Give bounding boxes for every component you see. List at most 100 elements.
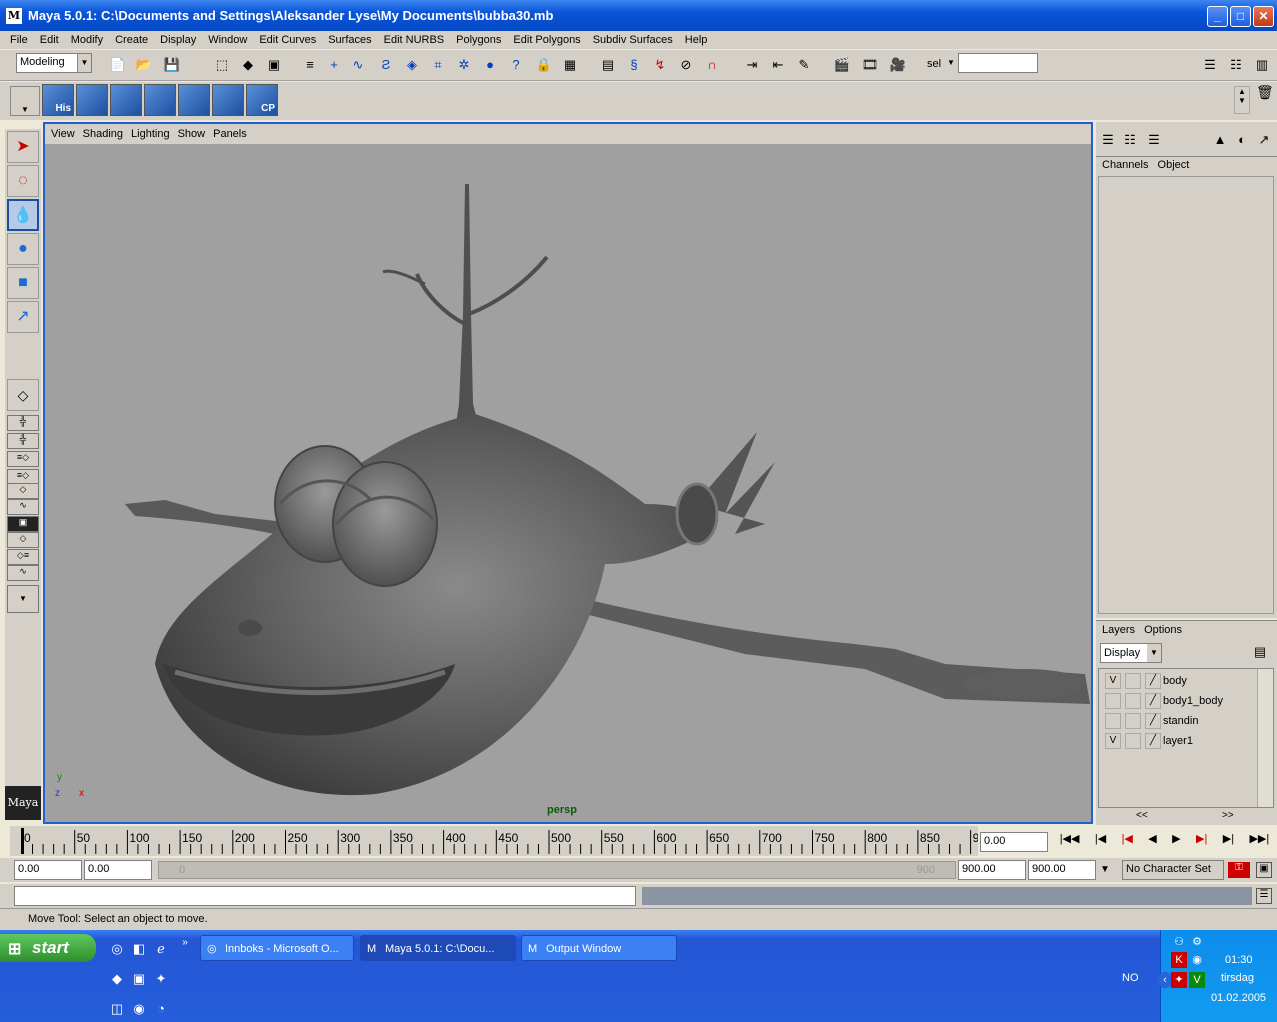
menu-edit-nurbs[interactable]: Edit NURBS xyxy=(384,34,445,46)
snap-plane-icon[interactable]: ◈ xyxy=(402,55,422,75)
layer-scroll-left[interactable]: << xyxy=(1136,810,1148,821)
misc-sphere-icon[interactable]: ● xyxy=(480,55,500,75)
quicklaunch-more-icon[interactable]: » xyxy=(176,934,194,952)
output-line-icon[interactable]: ⇤ xyxy=(768,55,788,75)
persp-outliner-layout-icon[interactable]: ◇≡ xyxy=(7,549,39,565)
layer-visibility-toggle[interactable]: V xyxy=(1105,733,1121,749)
snap-grid-icon[interactable]: + xyxy=(324,55,344,75)
snap-live-icon[interactable]: ✲ xyxy=(454,55,474,75)
layer-visibility-toggle[interactable] xyxy=(1105,693,1121,709)
time-slider[interactable]: 0 50 100 150 200 250 300 350 400 450 500 550 600 650 7… xyxy=(10,826,980,856)
render-icon[interactable]: ⊘ xyxy=(676,55,696,75)
new-scene-icon[interactable]: 📄 xyxy=(108,55,128,75)
antivirus-icon[interactable]: K xyxy=(1171,952,1187,968)
menu-edit-curves[interactable]: Edit Curves xyxy=(259,34,316,46)
shelf-tool-6-icon[interactable] xyxy=(212,84,244,116)
move-tool-icon[interactable]: 💧 xyxy=(7,199,39,231)
layer-template-toggle[interactable] xyxy=(1125,693,1141,709)
pin-icon[interactable]: ↗ xyxy=(1254,130,1274,150)
layer-color-swatch[interactable]: ╱ xyxy=(1145,693,1161,709)
layer-row[interactable]: V ╱ body xyxy=(1105,673,1265,691)
select-highlight-icon[interactable]: ▦ xyxy=(560,55,580,75)
playback-end-field[interactable]: 900.00 xyxy=(958,860,1026,880)
viewport-menu-shading[interactable]: Shading xyxy=(83,128,123,140)
menu-window[interactable]: Window xyxy=(208,34,247,46)
tool-settings-icon[interactable]: ☷ xyxy=(1226,55,1246,75)
shelf-tool-7-icon[interactable]: CP xyxy=(246,84,278,116)
play-backward-icon[interactable]: ◀ xyxy=(1148,832,1156,852)
output-ops-icon[interactable]: ↯ xyxy=(650,55,670,75)
layer-scroll-right[interactable]: >> xyxy=(1222,810,1234,821)
layer-template-toggle[interactable] xyxy=(1125,733,1141,749)
task-maya[interactable]: M Maya 5.0.1: C:\Docu... xyxy=(360,935,516,961)
step-forward-key-icon[interactable]: ▶| xyxy=(1223,832,1234,852)
mode-select[interactable]: Modeling ▼ xyxy=(16,53,92,73)
shelf-tool-4-icon[interactable] xyxy=(144,84,176,116)
shelf-tool-1-icon[interactable]: His xyxy=(42,84,74,116)
hypershade-layout-icon[interactable]: ▣ xyxy=(7,516,39,532)
step-back-frame-icon[interactable]: |◀ xyxy=(1122,832,1133,852)
anim-prefs-icon[interactable]: ▣ xyxy=(1256,862,1272,878)
input-line-icon[interactable]: ⇥ xyxy=(742,55,762,75)
quicklaunch-2-icon[interactable]: ◧ xyxy=(130,940,148,958)
play-forward-icon[interactable]: ▶ xyxy=(1172,832,1180,852)
menu-create[interactable]: Create xyxy=(115,34,148,46)
character-set-dropdown-icon[interactable]: ▼ xyxy=(1100,864,1110,875)
shelf-tool-2-icon[interactable] xyxy=(76,84,108,116)
sphere-icon[interactable]: ◐ xyxy=(1232,130,1252,150)
ipr-render-icon[interactable]: 🎞 xyxy=(860,55,880,75)
layer-visibility-toggle[interactable]: V xyxy=(1105,673,1121,689)
persp-graph-layout-2-icon[interactable]: ∿ xyxy=(7,499,39,515)
mel-command-input[interactable] xyxy=(14,886,636,906)
attribute-editor-icon[interactable]: ☰ xyxy=(1200,55,1220,75)
start-time-field[interactable]: 0.00 xyxy=(14,860,82,880)
save-scene-icon[interactable]: 💾 xyxy=(162,55,182,75)
layer-template-toggle[interactable] xyxy=(1125,673,1141,689)
auto-key-icon[interactable]: ⚿ xyxy=(1228,862,1250,878)
persp-graph-layout-icon[interactable]: ◇ xyxy=(7,483,39,499)
layer-row[interactable]: ╱ standin xyxy=(1105,713,1265,731)
tab-object[interactable]: Object xyxy=(1158,159,1190,171)
lasso-tool-icon[interactable]: ◌ xyxy=(7,165,39,197)
hypershade-layout-2-icon[interactable]: ◇ xyxy=(7,532,39,548)
tab-channels[interactable]: Channels xyxy=(1102,159,1148,171)
select-object-icon[interactable]: ◆ xyxy=(238,55,258,75)
quicklaunch-9-icon[interactable]: ◔ xyxy=(152,1000,170,1018)
rotate-tool-icon[interactable]: ● xyxy=(7,233,39,265)
select-hierarchy-icon[interactable]: ⬚ xyxy=(212,55,232,75)
menu-file[interactable]: File xyxy=(10,34,28,46)
menu-edit-polygons[interactable]: Edit Polygons xyxy=(513,34,580,46)
trash-icon[interactable]: 🗑 xyxy=(1256,84,1274,101)
single-perspective-layout-icon[interactable]: ◇ xyxy=(7,379,39,411)
layer-visibility-toggle[interactable] xyxy=(1105,713,1121,729)
viewport-menu-view[interactable]: View xyxy=(51,128,75,140)
quicklaunch-4-icon[interactable]: ◆ xyxy=(108,970,126,988)
snap-curve-icon[interactable]: ∿ xyxy=(348,55,368,75)
layer-template-toggle[interactable] xyxy=(1125,713,1141,729)
step-back-key-icon[interactable]: |◀ xyxy=(1095,832,1106,852)
shelf-scroll-icon[interactable]: ▲ ▼ xyxy=(1234,86,1250,114)
start-button[interactable]: ⊞ start xyxy=(0,934,96,962)
tab-layers[interactable]: Layers xyxy=(1102,624,1135,636)
history-icon[interactable]: ▤ xyxy=(598,55,618,75)
network-icon[interactable]: ⚇ xyxy=(1171,934,1187,950)
scale-tool-icon[interactable]: ■ xyxy=(7,267,39,299)
four-view-layout-2-icon[interactable]: ╬ xyxy=(7,433,39,449)
channel-box-icon[interactable]: ▥ xyxy=(1252,55,1272,75)
tray-icon-4[interactable]: ◉ xyxy=(1189,952,1205,968)
script-editor-icon[interactable]: ☰ xyxy=(1256,888,1272,904)
channel-layout-1-icon[interactable]: ☰ xyxy=(1098,130,1118,150)
layer-row[interactable]: ╱ body1_body xyxy=(1105,693,1265,711)
task-outlook[interactable]: ◎ Innboks - Microsoft O... xyxy=(200,935,354,961)
current-time-field[interactable]: 0.00 xyxy=(980,832,1048,852)
render-globals-icon[interactable]: 🎥 xyxy=(888,55,908,75)
outliner-layout-icon[interactable]: ≡◇ xyxy=(7,451,39,467)
clock-time[interactable]: 01:30 xyxy=(1225,954,1253,966)
minimize-button[interactable]: _ xyxy=(1207,6,1228,27)
layer-color-swatch[interactable]: ╱ xyxy=(1145,673,1161,689)
channel-layout-2-icon[interactable]: ☷ xyxy=(1120,130,1140,150)
new-layer-icon[interactable]: ▤ xyxy=(1250,642,1270,662)
help-question-icon[interactable]: ? xyxy=(506,55,526,75)
select-by-type-icon[interactable]: ≡ xyxy=(300,55,320,75)
close-button[interactable]: ✕ xyxy=(1253,6,1274,27)
